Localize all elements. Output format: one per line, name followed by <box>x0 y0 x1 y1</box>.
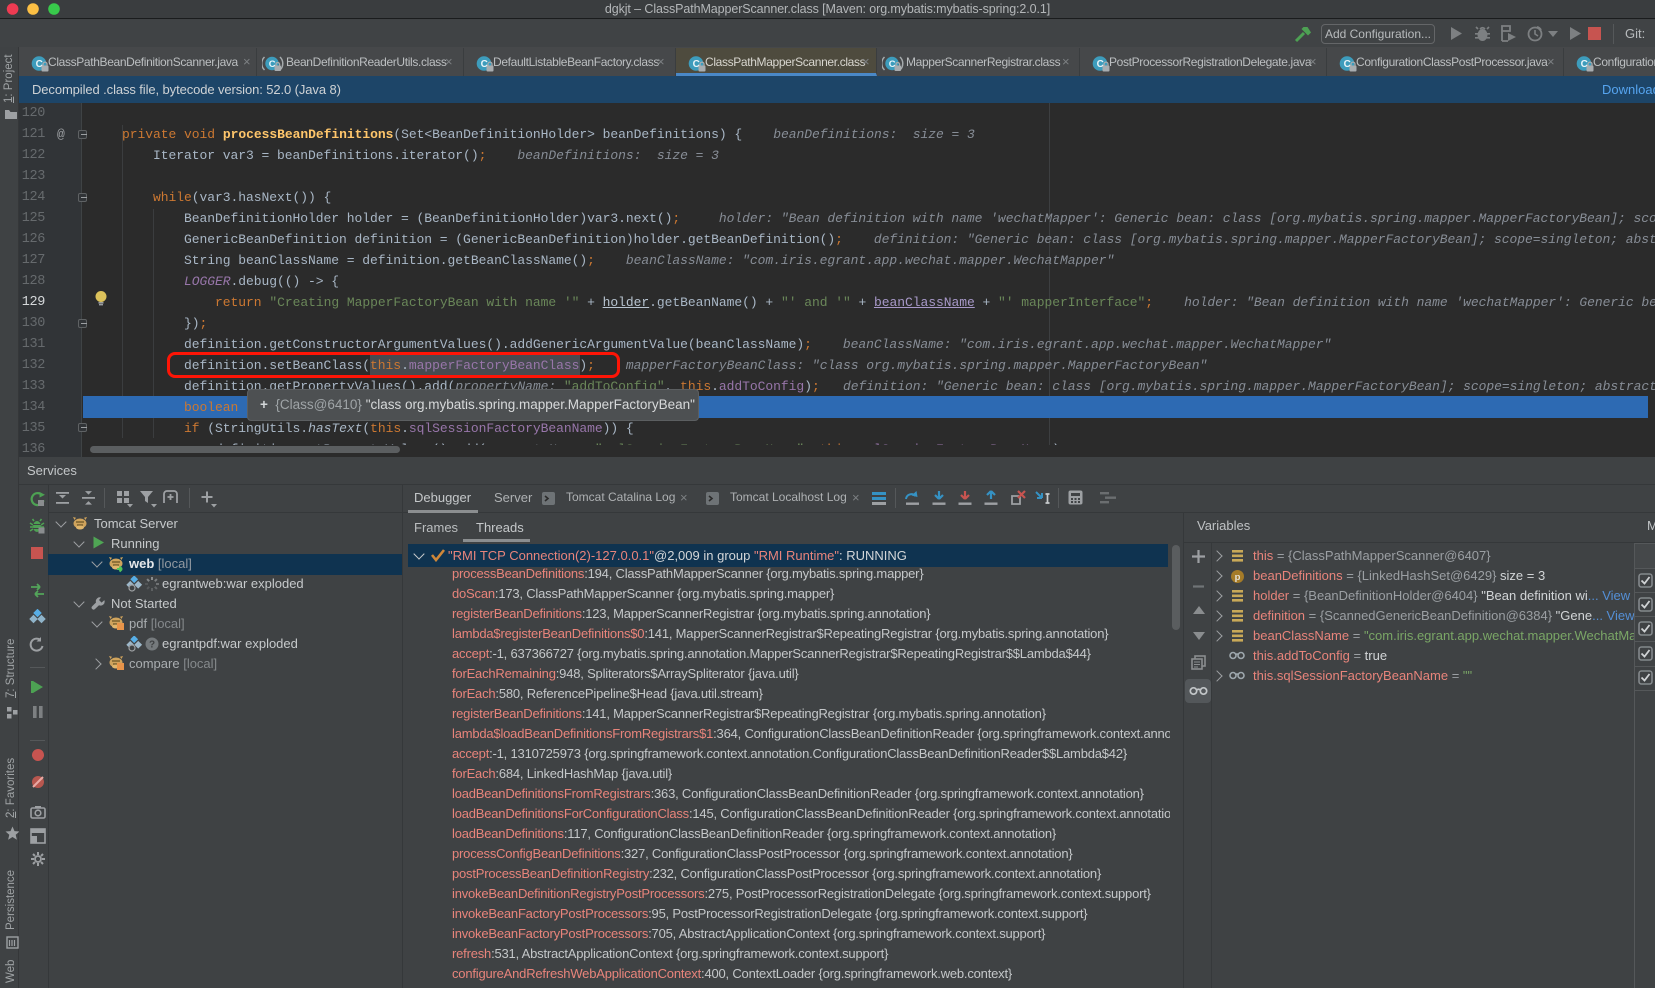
svg-text:p: p <box>1235 572 1241 583</box>
svg-text:?: ? <box>149 640 155 651</box>
